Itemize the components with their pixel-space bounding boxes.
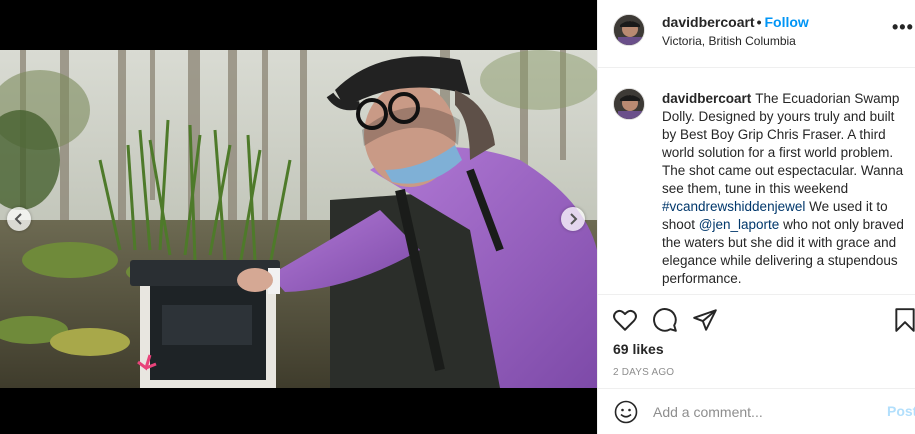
post-caption: davidbercoart The Ecuadorian Swamp Dolly.…: [662, 90, 908, 288]
post-side-panel: davidbercoart • Follow Victoria, British C…: [597, 0, 915, 434]
share-icon[interactable]: [692, 307, 718, 333]
likes-count[interactable]: 69 likes: [613, 341, 664, 357]
mention-link[interactable]: @jen_laporte: [699, 217, 780, 232]
bookmark-icon[interactable]: [892, 307, 915, 333]
header-username[interactable]: davidbercoart: [662, 14, 755, 30]
post-photo[interactable]: [0, 50, 597, 388]
swamp-photo: [0, 50, 597, 388]
heart-icon[interactable]: [612, 307, 638, 333]
separator-dot: •: [756, 14, 762, 30]
post-actions: 69 likes 2 DAYS AGO: [598, 294, 915, 388]
post-comment-button[interactable]: Post: [887, 403, 915, 419]
chevron-right-icon: [570, 213, 578, 225]
location-link[interactable]: Victoria, British Columbia: [662, 34, 796, 48]
post-header: davidbercoart • Follow Victoria, British C…: [598, 0, 915, 68]
post-date[interactable]: 2 DAYS AGO: [613, 367, 674, 378]
comment-input[interactable]: [653, 401, 873, 423]
next-photo-button[interactable]: [561, 207, 585, 231]
avatar[interactable]: [613, 14, 645, 46]
add-comment-bar: Post: [598, 388, 915, 434]
comments-section: davidbercoart The Ecuadorian Swamp Dolly.…: [598, 68, 915, 294]
chevron-left-icon: [14, 213, 22, 225]
previous-photo-button[interactable]: [7, 207, 31, 231]
post-media: [0, 0, 597, 434]
more-horizontal-icon: •••: [892, 17, 914, 37]
caption-avatar[interactable]: [613, 88, 645, 120]
follow-button[interactable]: Follow: [765, 14, 809, 30]
comment-icon[interactable]: [652, 307, 678, 333]
hashtag-link[interactable]: #vcandrewshiddenjewel: [662, 199, 805, 214]
avatar-image: [614, 15, 644, 45]
emoji-icon[interactable]: [614, 400, 638, 424]
avatar-image: [614, 89, 644, 119]
caption-username[interactable]: davidbercoart: [662, 91, 751, 106]
header-user-line: davidbercoart • Follow: [662, 14, 809, 30]
more-options-button[interactable]: •••: [892, 18, 914, 36]
caption-text: The Ecuadorian Swamp Dolly. Designed by …: [662, 91, 904, 196]
